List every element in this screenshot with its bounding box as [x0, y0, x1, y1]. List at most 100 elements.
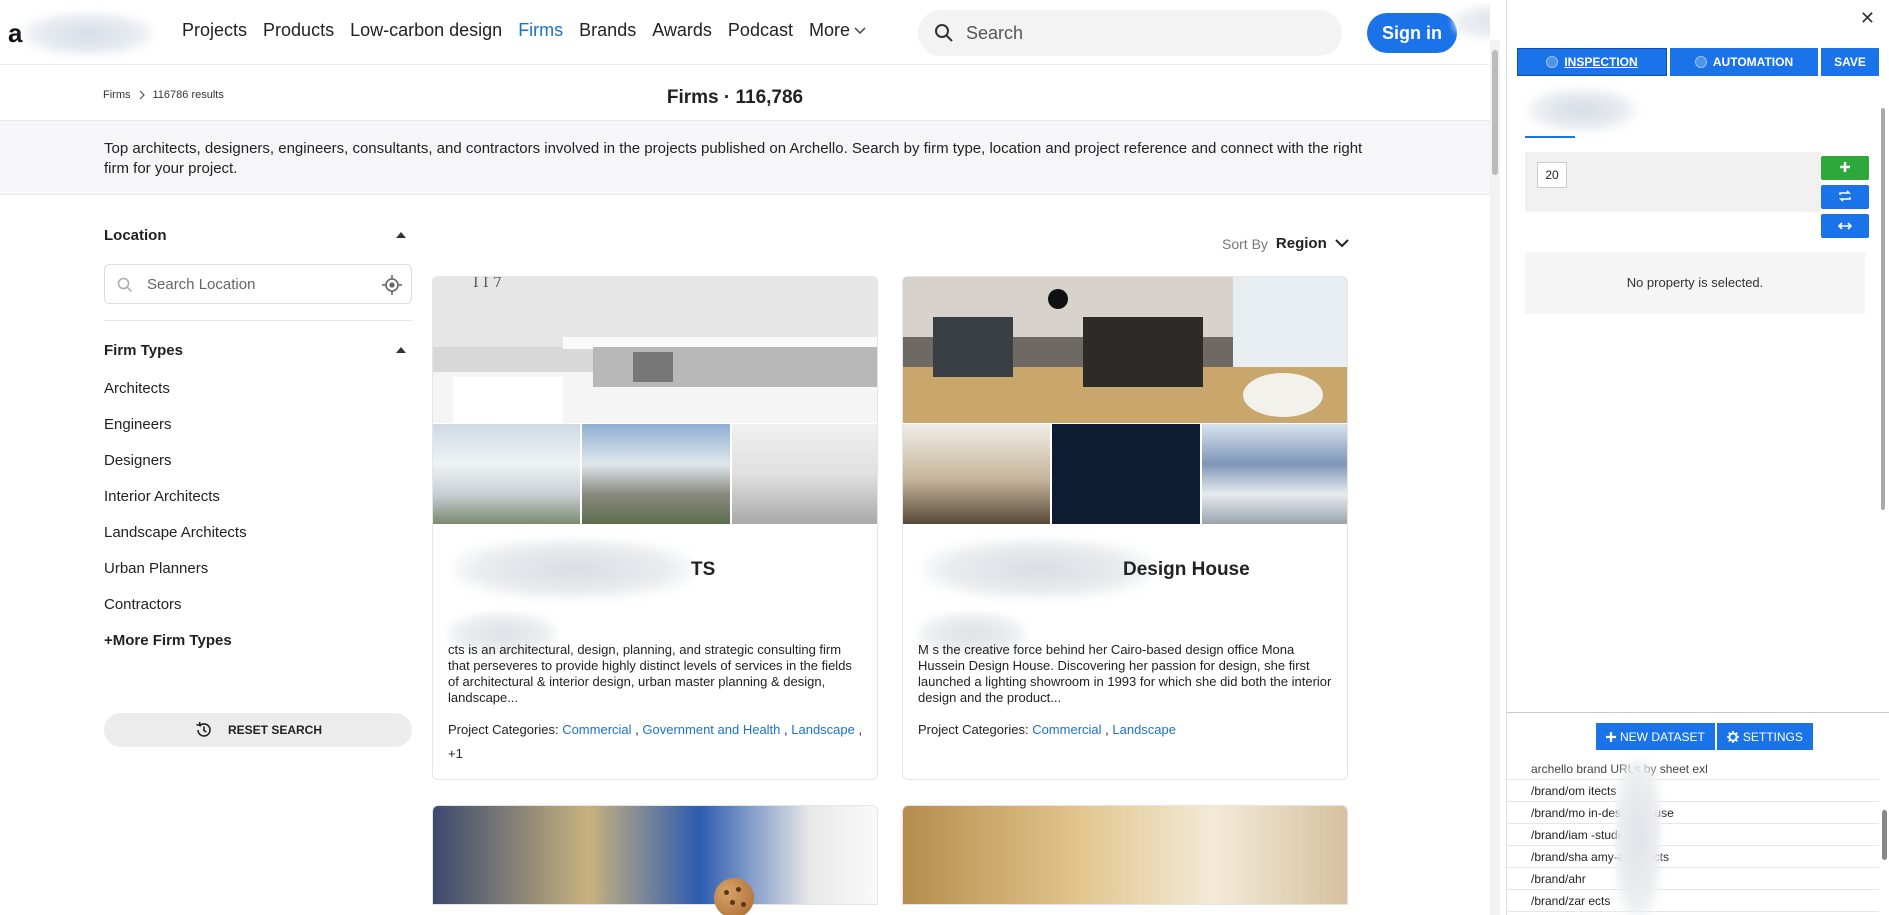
sign-in-button[interactable]: Sign in — [1367, 13, 1457, 53]
tab-inspection[interactable]: INSPECTION — [1517, 48, 1667, 76]
firm-name[interactable]: TS — [691, 559, 715, 581]
thumbnail-image[interactable] — [433, 424, 581, 524]
close-icon[interactable]: ✕ — [1860, 8, 1875, 29]
selector-box: 20 — [1525, 152, 1821, 212]
dataset-header: archello brand URLs by sheet exl — [1507, 758, 1879, 780]
category-link[interactable]: Commercial — [1032, 722, 1101, 737]
thumbnail-image[interactable] — [731, 424, 877, 524]
blurred-area — [1527, 88, 1637, 132]
scrollbar-thumb[interactable] — [1881, 108, 1885, 510]
dataset-row[interactable]: /brand/mo in-design-house — [1507, 802, 1879, 824]
page-title: Firms · 116,786 — [666, 87, 804, 108]
category-link[interactable]: Landscape — [791, 722, 855, 737]
search-placeholder: Search — [966, 23, 1024, 43]
firm-card[interactable]: I I 7 TS cts is an architectural, design… — [432, 276, 878, 780]
add-button[interactable] — [1821, 156, 1869, 180]
building-photo: I I 7 — [433, 277, 877, 423]
location-placeholder: Search Location — [147, 276, 256, 293]
blurred-logo — [453, 539, 693, 599]
firm-type-engineers[interactable]: Engineers — [104, 415, 412, 451]
dataset-row[interactable]: /brand/iam -studio — [1507, 824, 1879, 846]
thumbnail-image[interactable] — [1052, 424, 1200, 524]
category-link[interactable]: Commercial — [562, 722, 631, 737]
nav-more-label: More — [808, 20, 850, 40]
firm-thumbnails — [903, 424, 1347, 524]
screen: a Projects Products Low-carbon design Fi… — [0, 0, 1889, 915]
dataset-row[interactable]: /brand/om itects — [1507, 780, 1879, 802]
dataset-row[interactable]: /brand/sha amy-architects — [1507, 846, 1879, 868]
tab-inspection-label: INSPECTION — [1564, 55, 1638, 69]
nav-firms[interactable]: Firms — [518, 20, 563, 41]
firm-card-image[interactable] — [902, 805, 1348, 905]
tab-automation[interactable]: AUTOMATION — [1670, 48, 1818, 76]
panel-toolbar: INSPECTION AUTOMATION SAVE — [1517, 48, 1879, 76]
nav-low-carbon-design[interactable]: Low-carbon design — [350, 20, 502, 41]
thumbnail-image[interactable] — [1201, 424, 1347, 524]
category-link[interactable]: Landscape — [1112, 722, 1176, 737]
firm-hero-image[interactable] — [903, 277, 1347, 423]
firm-type-designers[interactable]: Designers — [104, 451, 412, 487]
firm-card[interactable]: Design House M s the creative force behi… — [902, 276, 1348, 780]
dataset-row[interactable]: /brand/ahr — [1507, 868, 1879, 890]
project-categories-label: Project Categories: — [918, 722, 1029, 737]
firm-types-filter-header[interactable]: Firm Types — [104, 335, 412, 365]
filter-sidebar: Location Search Location Firm Types Arch… — [104, 220, 412, 747]
no-property-message: No property is selected. — [1525, 252, 1865, 314]
panel-scrollbar[interactable] — [1879, 104, 1887, 514]
firm-type-interior-architects[interactable]: Interior Architects — [104, 487, 412, 523]
repeat-icon — [1839, 190, 1851, 202]
page-scrollbar[interactable] — [1490, 40, 1500, 915]
count-input[interactable]: 20 — [1537, 162, 1567, 188]
sort-by-dropdown[interactable]: Sort By Region — [1222, 235, 1349, 252]
firm-type-architects[interactable]: Architects — [104, 379, 412, 415]
more-firm-types-link[interactable]: +More Firm Types — [104, 631, 412, 667]
location-label: Location — [104, 226, 167, 244]
plus-icon — [1606, 731, 1616, 742]
location-search-input[interactable]: Search Location — [104, 264, 412, 304]
settings-button[interactable]: SETTINGS — [1716, 723, 1813, 750]
reset-search-button[interactable]: RESET SEARCH — [104, 713, 412, 747]
caret-up-icon — [396, 232, 406, 238]
search-icon — [935, 24, 953, 42]
locate-icon[interactable] — [381, 274, 403, 296]
top-navigation: a Projects Products Low-carbon design Fi… — [0, 0, 1490, 64]
refresh-button[interactable] — [1821, 185, 1869, 209]
cookie-icon[interactable] — [714, 878, 754, 915]
divider — [104, 320, 412, 321]
blurred-area — [1452, 4, 1490, 40]
site-search-input[interactable]: Search — [918, 10, 1342, 56]
firm-thumbnails — [433, 424, 877, 524]
firm-card-image[interactable] — [432, 805, 878, 905]
blurred-column — [1615, 760, 1661, 915]
firm-type-landscape-architects[interactable]: Landscape Architects — [104, 523, 412, 559]
radio-icon — [1546, 56, 1559, 68]
thumbnail-image[interactable] — [582, 424, 730, 524]
firm-hero-image[interactable]: I I 7 — [433, 277, 877, 423]
firm-type-contractors[interactable]: Contractors — [104, 595, 412, 631]
nav-projects[interactable]: Projects — [182, 20, 247, 41]
nav-podcast[interactable]: Podcast — [728, 20, 793, 41]
dataset-toolbar: NEW DATASET SETTINGS — [1596, 723, 1813, 750]
radio-icon — [1694, 56, 1707, 68]
expand-button[interactable] — [1821, 214, 1869, 238]
save-button[interactable]: SAVE — [1821, 48, 1879, 76]
more-categories[interactable]: +1 — [448, 746, 463, 761]
dataset-scrollbar[interactable] — [1879, 790, 1889, 915]
firm-type-urban-planners[interactable]: Urban Planners — [104, 559, 412, 595]
nav-products[interactable]: Products — [263, 20, 334, 41]
location-filter-header[interactable]: Location — [104, 220, 412, 250]
category-link[interactable]: Government and Health — [642, 722, 780, 737]
intro-banner: Top architects, designers, engineers, co… — [0, 121, 1490, 195]
nav-awards[interactable]: Awards — [652, 20, 712, 41]
firm-name[interactable]: Design House — [1123, 559, 1250, 581]
logo[interactable]: a — [8, 18, 22, 49]
thumbnail-image[interactable] — [903, 424, 1051, 524]
dataset-row[interactable]: /brand/zar ects — [1507, 890, 1879, 912]
nav-more[interactable]: More — [809, 20, 866, 41]
new-dataset-button[interactable]: NEW DATASET — [1596, 723, 1715, 750]
nav-brands[interactable]: Brands — [579, 20, 636, 41]
scrollbar-thumb[interactable] — [1492, 50, 1498, 175]
scrollbar-thumb[interactable] — [1882, 810, 1887, 860]
sort-by-label: Sort By — [1222, 235, 1268, 252]
project-categories: Project Categories: Commercial , Governm… — [448, 722, 863, 761]
